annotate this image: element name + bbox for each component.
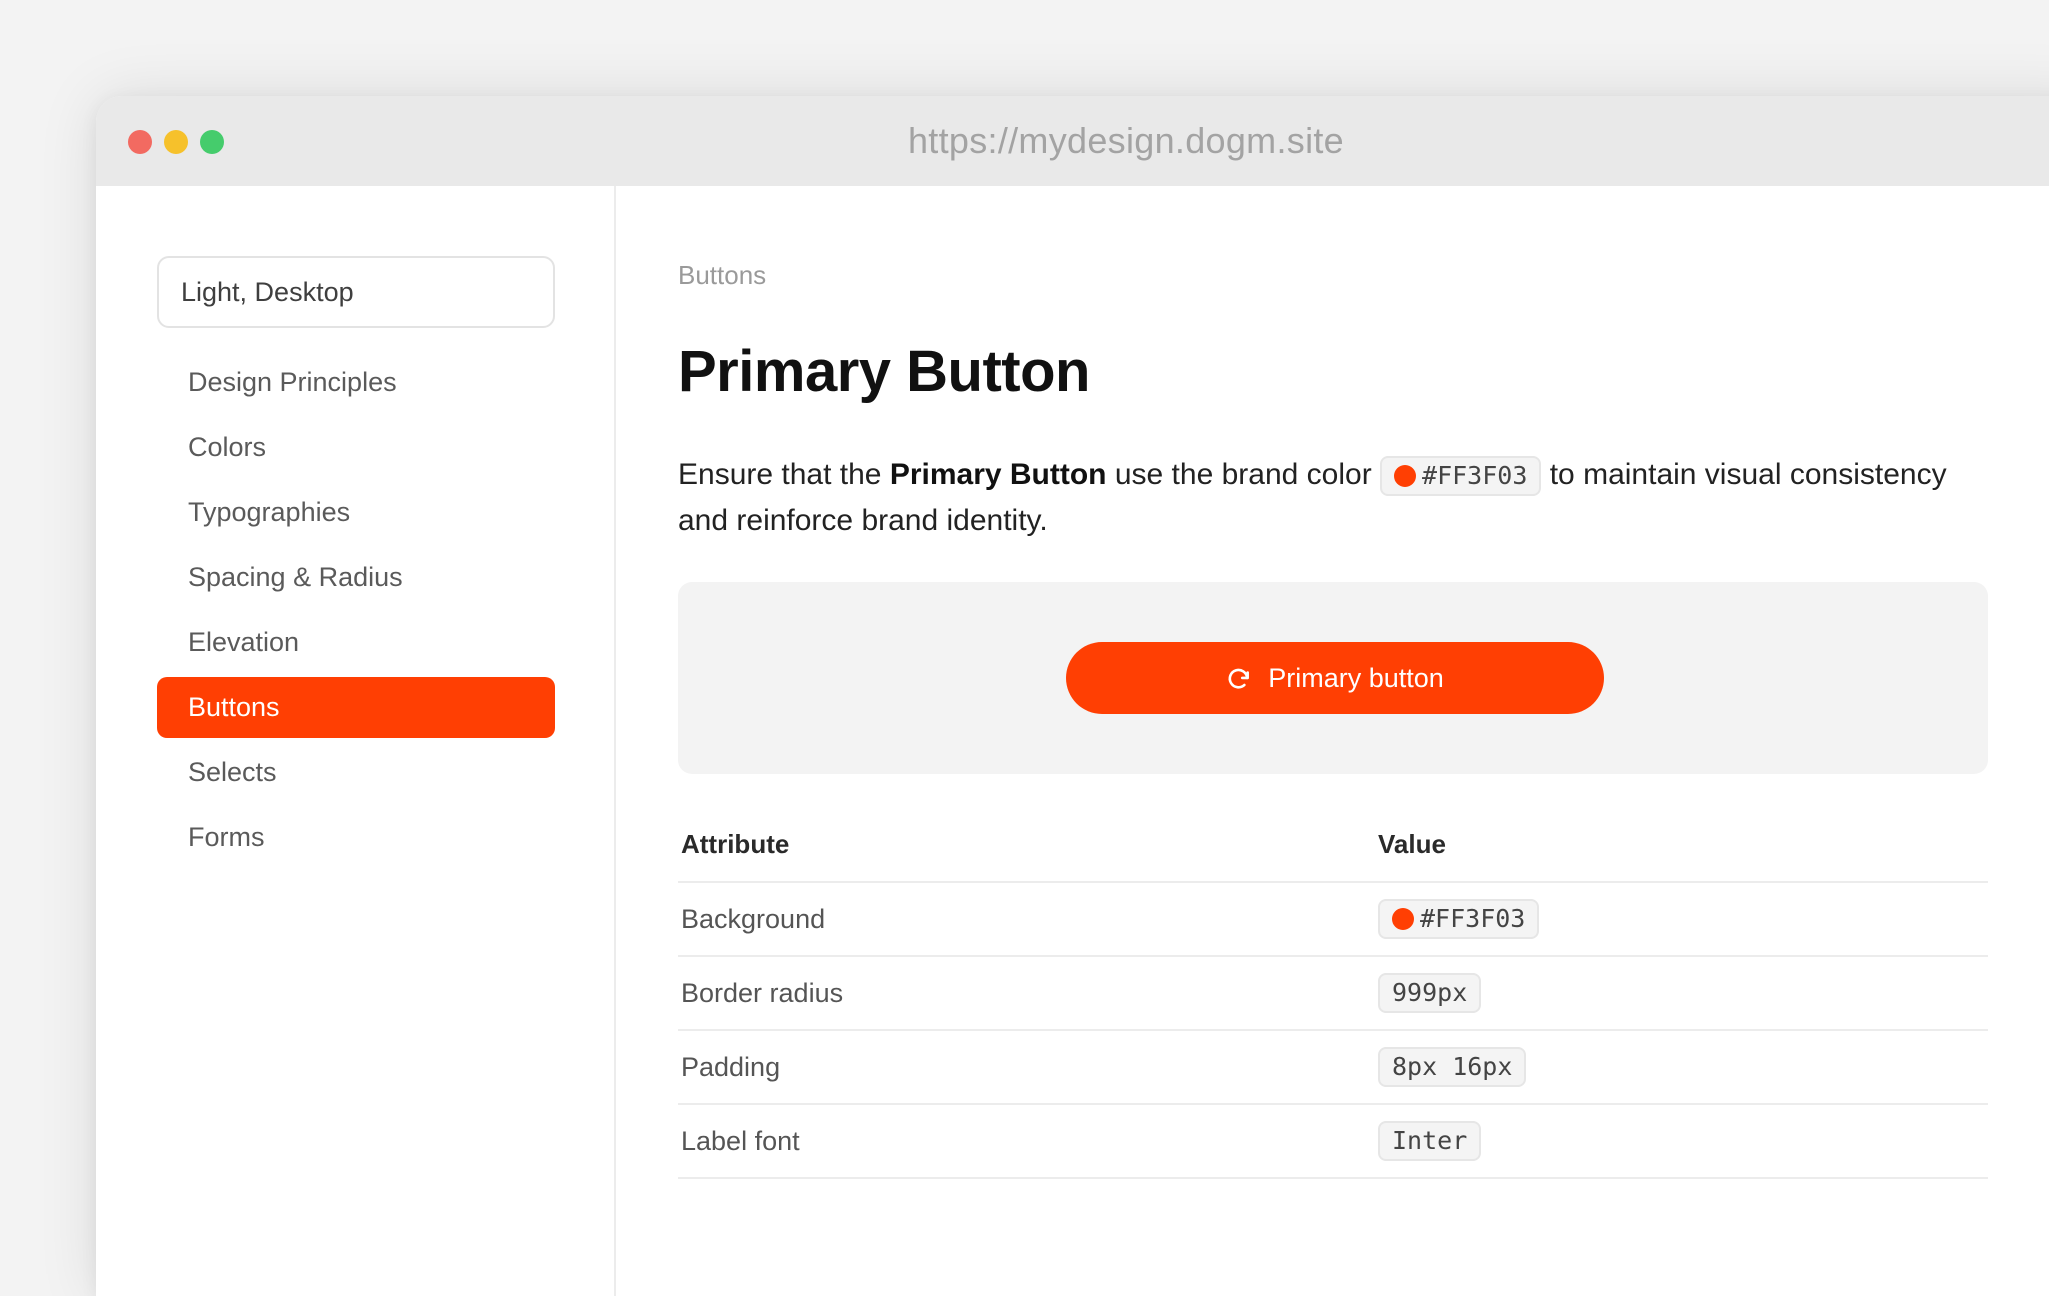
page-content: Light, Desktop Design Principles Colors … [96, 186, 2049, 1296]
color-swatch-icon [1392, 908, 1414, 930]
description-bold-term: Primary Button [889, 458, 1107, 491]
address-bar-url[interactable]: https://mydesign.dogm.site [96, 96, 2049, 186]
sidebar-item-buttons[interactable]: Buttons [157, 677, 555, 738]
attribute-cell: Padding [678, 1030, 1378, 1105]
column-header-value: Value [1378, 808, 1988, 883]
brand-color-chip: #FF3F03 [1380, 456, 1542, 497]
attribute-table: Attribute Value Background #FF3F03 Borde… [678, 808, 1988, 1179]
value-chip: 999px [1378, 973, 1482, 1013]
value-chip: Inter [1378, 1121, 1482, 1161]
sidebar-item-colors[interactable]: Colors [157, 417, 555, 478]
table-header-row: Attribute Value [678, 808, 1988, 883]
page-title: Primary Button [678, 339, 1090, 404]
page-description: Ensure that the Primary Button use the b… [678, 452, 1978, 544]
button-preview-panel: Primary button [678, 582, 1988, 774]
table-row: Padding 8px 16px [678, 1030, 1988, 1105]
value-chip: #FF3F03 [1378, 899, 1540, 939]
sidebar-item-design-principles[interactable]: Design Principles [157, 352, 555, 413]
sidebar-item-selects[interactable]: Selects [157, 742, 555, 803]
browser-titlebar: https://mydesign.dogm.site [96, 96, 2049, 186]
attribute-cell: Label font [678, 1104, 1378, 1179]
primary-button-label: Primary button [1268, 663, 1444, 693]
table-row: Label font Inter [678, 1104, 1988, 1179]
sidebar-item-forms[interactable]: Forms [157, 807, 555, 868]
attribute-cell: Background [678, 882, 1378, 957]
sidebar-item-typographies[interactable]: Typographies [157, 482, 555, 543]
value-cell: #FF3F03 [1378, 882, 1988, 957]
brand-color-value: #FF3F03 [1422, 461, 1528, 491]
table-row: Border radius 999px [678, 956, 1988, 1031]
breadcrumb[interactable]: Buttons [678, 260, 766, 291]
redo-arrow-icon [1228, 668, 1250, 689]
value-chip: 8px 16px [1378, 1047, 1527, 1087]
description-middle: use the brand color [1106, 458, 1381, 491]
value-cell: 999px [1378, 956, 1988, 1031]
sidebar: Light, Desktop Design Principles Colors … [96, 186, 616, 1296]
table-row: Background #FF3F03 [678, 882, 1988, 957]
value-cell: 8px 16px [1378, 1030, 1988, 1105]
description-prefix: Ensure that the [678, 458, 890, 491]
attribute-cell: Border radius [678, 956, 1378, 1031]
column-header-attribute: Attribute [678, 808, 1378, 883]
value-text: #FF3F03 [1420, 904, 1526, 933]
sidebar-item-elevation[interactable]: Elevation [157, 612, 555, 673]
browser-window: https://mydesign.dogm.site Light, Deskto… [96, 96, 2049, 1296]
color-swatch-icon [1394, 465, 1417, 488]
theme-device-select[interactable]: Light, Desktop [157, 256, 555, 328]
sidebar-item-spacing-radius[interactable]: Spacing & Radius [157, 547, 555, 608]
value-cell: Inter [1378, 1104, 1988, 1179]
sidebar-nav: Design Principles Colors Typographies Sp… [157, 352, 555, 872]
primary-button-demo[interactable]: Primary button [1066, 642, 1604, 714]
